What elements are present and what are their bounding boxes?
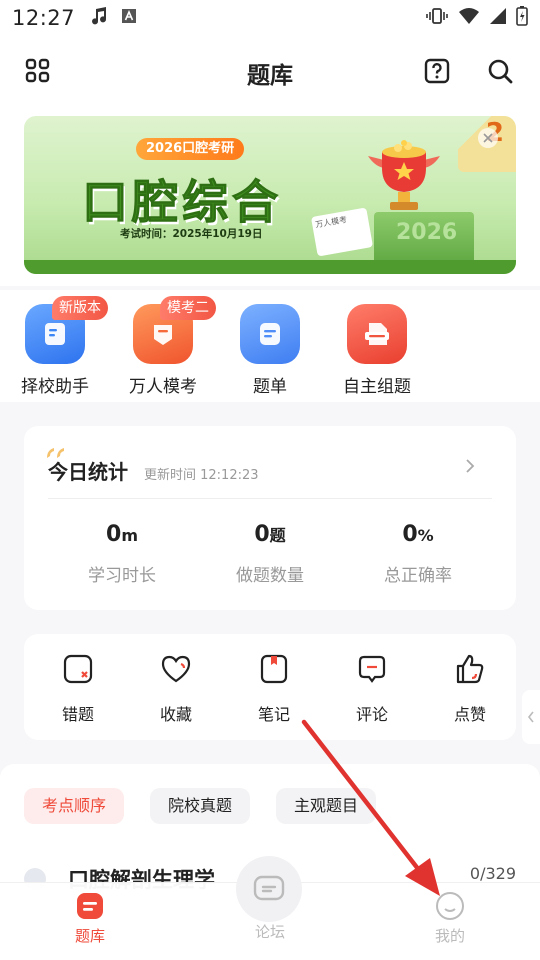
new-version-badge: 新版本 [52,296,108,320]
nav-label: 论坛 [254,923,285,941]
quick-entry-custom-paper[interactable]: 自主组题 [322,300,432,397]
action-favorites[interactable]: 收藏 [136,650,216,725]
question-bank-icon [45,891,135,921]
battery-charging-icon [516,6,528,30]
forum-center-button[interactable] [236,856,302,922]
stat-unit: % [417,526,434,545]
banner-headline: 口腔综合 [82,175,282,230]
wrong-icon [38,650,118,688]
top-bar: 题库 [0,36,540,106]
quick-entry-school-helper[interactable]: 择校助手 新版本 [0,296,110,397]
divider [48,498,492,499]
nav-label: 我的 [434,927,465,945]
quick-entry-label: 择校助手 [21,377,89,397]
status-bar: 12:27 [0,0,540,36]
action-label: 收藏 [159,705,192,724]
profile-icon [405,891,495,921]
banner-year: 2026 [396,220,458,245]
forum-icon [253,875,285,901]
action-wrong-questions[interactable]: 错题 [38,650,118,725]
stats-updated-time: 更新时间 12:12:23 [144,468,259,483]
like-icon [430,650,510,688]
action-label: 笔记 [257,705,290,724]
action-label: 错题 [61,705,94,724]
status-time: 12:27 [12,6,76,30]
quick-entry-label: 题单 [253,377,287,397]
banner-tag: 2026口腔考研 [136,138,245,160]
nav-label: 题库 [74,927,105,945]
filter-chip-school-exams[interactable]: 院校真题 [150,788,251,824]
banner-exam-date: 考试时间：2025年10月19日 [120,228,263,240]
comment-icon [332,650,412,688]
today-stats-card[interactable]: 今日统计 更新时间 12:12:23 0m 学习时长 0题 做题数量 0% 总正… [24,426,516,610]
stat-value: 0 [254,522,270,547]
heart-icon [136,650,216,688]
quick-entry-mock-exam[interactable]: 万人模考 模考二 [108,296,218,397]
music-note-icon [89,6,109,30]
stat-label: 学习时长 [88,566,156,586]
stat-study-time: 0m 学习时长 [42,522,202,586]
stat-label: 做题数量 [236,566,304,586]
chevron-left-icon [527,711,534,723]
side-drawer-tab[interactable] [522,690,540,744]
list-icon [240,304,300,364]
stat-label: 总正确率 [384,566,452,586]
action-label: 评论 [355,705,388,724]
banner-close-icon[interactable] [478,128,498,148]
filter-chip-topic-order[interactable]: 考点顺序 [24,788,125,824]
action-comments[interactable]: 评论 [332,650,412,725]
action-likes[interactable]: 点赞 [430,650,510,725]
stat-unit: m [121,526,138,545]
quick-entry-label: 自主组题 [343,377,411,397]
paper-icon [347,304,407,364]
action-row: 错题 收藏 笔记 评论 点赞 [24,634,516,740]
stat-question-count: 0题 做题数量 [190,522,350,586]
nav-profile[interactable]: 我的 [405,891,495,946]
signal-icon [489,7,507,29]
page-title: 题库 [247,63,293,89]
quick-entry-label: 万人模考 [129,377,197,397]
stat-accuracy: 0% 总正确率 [338,522,498,586]
action-notes[interactable]: 笔记 [234,650,314,725]
stat-value: 0 [402,522,418,547]
stat-value: 0 [106,522,122,547]
nav-question-bank[interactable]: 题库 [45,891,135,946]
quick-entry-row: 择校助手 新版本 万人模考 模考二 题单 自主组题 [0,290,540,402]
search-icon[interactable] [483,54,517,88]
vibrate-icon [425,7,449,29]
note-icon [234,650,314,688]
quick-entry-question-list[interactable]: 题单 [215,300,325,397]
promo-banner[interactable]: 2026口腔考研 口腔综合 考试时间：2025年10月19日 万人模考 2026… [24,116,516,274]
accessibility-a-icon [121,8,137,28]
list-item-count: 0/329 [469,864,516,883]
stat-unit: 题 [269,526,286,545]
trophy-icon [364,138,444,220]
help-icon[interactable] [420,54,454,88]
action-label: 点赞 [453,705,486,724]
filter-chip-subjective[interactable]: 主观题目 [276,788,377,824]
wifi-icon [458,7,480,29]
stats-title: 今日统计 [48,460,128,484]
mock-two-badge: 模考二 [160,296,216,320]
chevron-right-icon[interactable] [464,458,476,478]
